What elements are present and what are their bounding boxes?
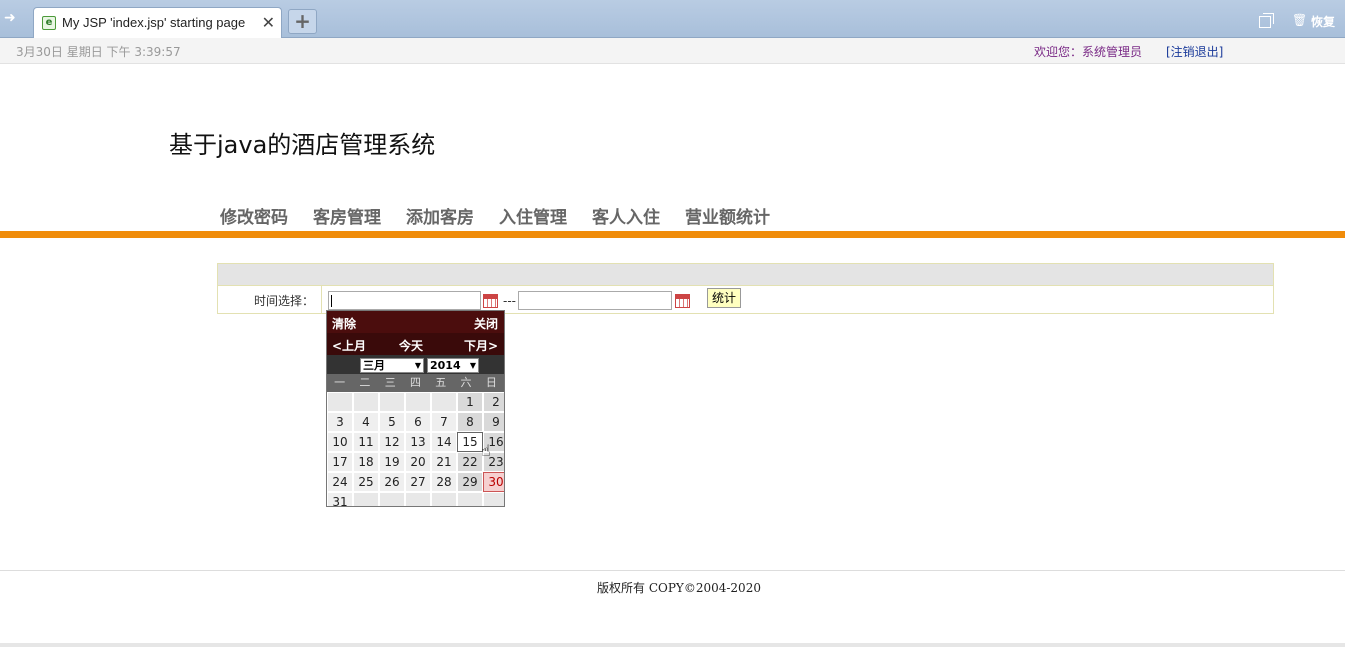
footer-divider [0,570,1345,571]
calendar-day[interactable]: 11 [353,432,379,452]
prev-month-button[interactable]: <上月 [332,337,366,354]
main-nav: 修改密码 客房管理 添加客房 入住管理 客人入住 营业额统计 [220,203,795,228]
nav-add-room[interactable]: 添加客房 [406,203,474,228]
calendar-day[interactable]: 17 [327,452,353,472]
calendar-day[interactable]: 5 [379,412,405,432]
calendar-actions-row: 清除 关闭 [327,311,504,333]
new-tab-button[interactable]: + [288,9,317,34]
calendar-day[interactable]: 25 [353,472,379,492]
tab-title: My JSP 'index.jsp' starting page [62,15,246,30]
calendar-empty-cell [379,492,405,506]
calendar-day[interactable]: 6 [405,412,431,432]
calendar-nav-row: <上月 今天 下月> [327,333,504,355]
next-month-button[interactable]: 下月> [464,337,498,354]
calendar-day[interactable]: 10 [327,432,353,452]
calendar-day[interactable]: 19 [379,452,405,472]
today-button[interactable]: 今天 [399,337,423,354]
calendar-day[interactable]: 2 [483,392,504,412]
weekday-label: 一 [334,376,346,389]
header-divider [0,231,1345,238]
nav-guest-checkin[interactable]: 客人入住 [592,203,660,228]
calendar-day[interactable]: 14 [431,432,457,452]
calendar-empty-cell [353,392,379,412]
weekday-label: 四 [409,376,421,389]
range-separator: --- [503,294,516,308]
calendar-empty-cell [405,392,431,412]
nav-room-management[interactable]: 客房管理 [313,203,381,228]
calendar-day[interactable]: 21 [431,452,457,472]
calendar-icon[interactable] [483,294,498,308]
calendar-day[interactable]: 12 [379,432,405,452]
calendar-day[interactable]: 18 [353,452,379,472]
weekday-label: 五 [435,376,447,389]
calendar-empty-cell [353,492,379,506]
end-date-input[interactable] [518,291,672,310]
calendar-empty-cell [483,492,504,506]
calendar-day[interactable]: 30 [483,472,504,492]
calendar-day[interactable]: 28 [431,472,457,492]
calendar-day[interactable]: 27 [405,472,431,492]
calendar-day[interactable]: 26 [379,472,405,492]
calendar-empty-cell [327,392,353,412]
calendar-day[interactable]: 1 [457,392,483,412]
weekday-label: 三 [384,376,396,389]
hand-cursor-icon: ☝ [481,441,491,460]
weekday-label: 六 [460,376,472,389]
calendar-day[interactable]: 7 [431,412,457,432]
ie-page-icon: e [42,16,56,30]
calendar-empty-cell [431,392,457,412]
nav-revenue-stats[interactable]: 营业额统计 [685,203,770,228]
calendar-day[interactable]: 9 [483,412,504,432]
calendar-empty-cell [405,492,431,506]
sidebar-toggle-icon[interactable]: ➜ [4,10,24,26]
year-select[interactable]: 2014 [427,358,479,373]
weekday-header: 一二三四 五六日 [327,374,504,392]
calendar-empty-cell [457,492,483,506]
calendar-day[interactable]: 24 [327,472,353,492]
calendar-day[interactable]: 4 [353,412,379,432]
time-select-label: 时间选择： [254,294,315,308]
trash-icon[interactable]: 🗑 [1292,13,1307,27]
calendar-days-grid: 1 2 3 4 5 6 7 8 9 10 11 12 13 14 15 16 17 18 19 20 21 22 23 24 2… [327,392,504,506]
current-datetime: 3月30日 星期日 下午 3:39:57 [16,45,181,59]
statistics-button[interactable]: 统计 [707,288,741,308]
system-title: 基于java的酒店管理系统 [169,131,436,159]
restore-button[interactable]: 恢复 [1311,13,1335,30]
top-status-bar: 3月30日 星期日 下午 3:39:57 欢迎您：系统管理员 [注销退出] [0,38,1345,64]
close-tab-icon[interactable]: ✕ [262,13,275,32]
date-picker-popup: 清除 关闭 <上月 今天 下月> 三月 2014 一二三四 五六日 12 34567… [326,310,505,507]
form-header-row [218,264,1273,286]
calendar-day[interactable]: 3 [327,412,353,432]
page-bottom-border [0,643,1345,647]
calendar-day[interactable]: 31 [327,492,353,506]
calendar-select-row: 三月 2014 [327,355,504,374]
browser-tab-strip: ➜ e My JSP 'index.jsp' starting page ✕ +… [0,0,1345,38]
calendar-day[interactable]: 20 [405,452,431,472]
calendar-empty-cell [379,392,405,412]
nav-checkin-management[interactable]: 入住管理 [499,203,567,228]
calendar-close-button[interactable]: 关闭 [474,315,498,332]
stats-form: 时间选择： --- 统计 [217,263,1274,314]
calendar-empty-cell [431,492,457,506]
calendar-day[interactable]: 13 [405,432,431,452]
logout-link[interactable]: [注销退出] [1166,43,1223,60]
calendar-day[interactable]: 15 [457,432,483,452]
calendar-icon[interactable] [675,294,690,308]
calendar-day[interactable]: 22 [457,452,483,472]
weekday-label: 二 [359,376,371,389]
welcome-text: 欢迎您：系统管理员 [1034,45,1143,59]
calendar-day[interactable]: 8 [457,412,483,432]
footer-copyright: 版权所有 COPY©2004-2020 [597,581,761,595]
calendar-day[interactable]: 29 [457,472,483,492]
calendar-clear-button[interactable]: 清除 [332,315,356,332]
browser-tab[interactable]: e My JSP 'index.jsp' starting page ✕ [33,7,282,38]
nav-change-password[interactable]: 修改密码 [220,203,288,228]
weekday-label: 日 [485,376,497,389]
month-select[interactable]: 三月 [360,358,424,373]
start-date-input[interactable] [328,291,481,310]
window-copy-icon[interactable] [1259,13,1275,28]
column-divider [321,286,322,314]
